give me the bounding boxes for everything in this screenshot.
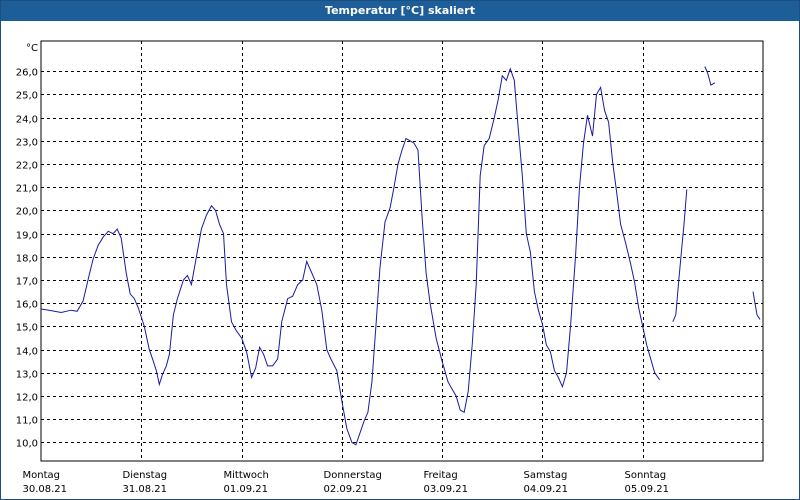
x-tick-weekday: Freitag (424, 470, 458, 481)
x-tick-date: 05.09.21 (625, 484, 670, 495)
chart-window: Temperatur [°C] skaliert 10,0 11,0 12,0 13,… (0, 0, 800, 500)
y-tick-label: 24,0 (16, 115, 38, 126)
y-tick-label: 18,0 (16, 254, 38, 265)
y-tick-label: 16,0 (16, 300, 38, 311)
y-tick-label: 23,0 (16, 138, 38, 149)
y-tick-label: 22,0 (16, 161, 38, 172)
y-axis-unit: °C (26, 43, 38, 54)
x-tick-date: 31.08.21 (123, 484, 168, 495)
x-tick-weekday: Mittwoch (224, 470, 269, 481)
x-tick-weekday: Samstag (524, 470, 568, 481)
x-tick-date: 01.09.21 (224, 484, 269, 495)
y-tick-label: 12,0 (16, 393, 38, 404)
y-tick-label: 14,0 (16, 347, 38, 358)
y-tick-label: 19,0 (16, 231, 38, 242)
chart-title: Temperatur [°C] skaliert (1, 1, 799, 21)
x-tick-date: 30.08.21 (23, 484, 68, 495)
y-tick-label: 15,0 (16, 323, 38, 334)
y-tick-label: 26,0 (16, 68, 38, 79)
x-tick-weekday: Dienstag (123, 470, 168, 481)
y-tick-label: 20,0 (16, 207, 38, 218)
y-tick-label: 11,0 (16, 416, 38, 427)
x-tick-date: 02.09.21 (324, 484, 369, 495)
y-tick-label: 13,0 (16, 370, 38, 381)
y-tick-label: 10,0 (16, 439, 38, 450)
y-tick-label: 25,0 (16, 91, 38, 102)
y-tick-label: 21,0 (16, 184, 38, 195)
x-tick-date: 04.09.21 (524, 484, 569, 495)
x-tick-date: 03.09.21 (424, 484, 469, 495)
x-tick-weekday: Donnerstag (324, 470, 382, 481)
y-tick-label: 17,0 (16, 277, 38, 288)
x-tick-weekday: Montag (23, 470, 60, 481)
x-tick-weekday: Sonntag (625, 470, 667, 481)
plot-frame (40, 40, 764, 462)
temperature-chart: 10,0 11,0 12,0 13,0 14,0 15,0 16,0 17,0 18,0 19,0… (16, 40, 764, 495)
